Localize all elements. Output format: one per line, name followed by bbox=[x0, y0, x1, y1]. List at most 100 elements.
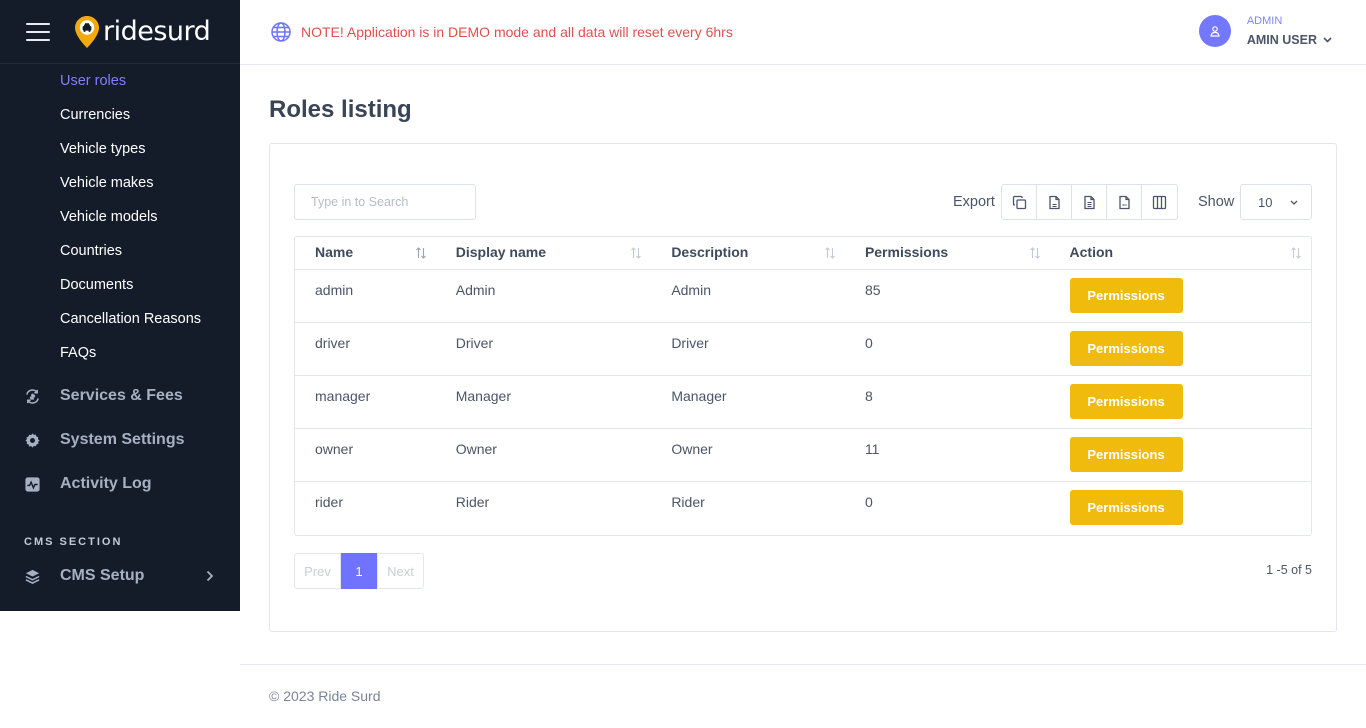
footer-copyright: © 2023 Ride Surd bbox=[269, 688, 381, 704]
cell-permissions: 85 bbox=[864, 282, 881, 298]
column-header-permissions[interactable]: Permissions bbox=[845, 237, 1050, 269]
chevron-down-icon bbox=[1290, 200, 1298, 205]
page-title: Roles listing bbox=[269, 96, 412, 123]
settings-gear-icon bbox=[25, 432, 40, 448]
cell-action: Permissions bbox=[1050, 482, 1311, 535]
csv-icon bbox=[1048, 195, 1060, 209]
top-bar: NOTE! Application is in DEMO mode and al… bbox=[240, 0, 1366, 65]
sidebar-item-activity-log[interactable]: Activity Log bbox=[0, 462, 240, 506]
pagination-info: 1 -5 of 5 bbox=[1266, 563, 1312, 577]
submenu-item-documents[interactable]: Documents bbox=[0, 270, 240, 304]
sidebar-item-services-fees[interactable]: Services & Fees bbox=[0, 374, 240, 418]
excel-icon bbox=[1083, 195, 1095, 209]
sidebar-item-label: CMS Setup bbox=[60, 567, 145, 584]
brand-name: ridesurd bbox=[103, 16, 211, 47]
sidebar-item-label: System Settings bbox=[60, 431, 185, 448]
permissions-button[interactable]: Permissions bbox=[1069, 278, 1183, 313]
columns-icon bbox=[1152, 195, 1167, 209]
services-fees-icon bbox=[26, 388, 39, 404]
cms-section-title: CMS SECTION bbox=[24, 536, 123, 548]
user-menu[interactable]: ADMIN AMIN USER bbox=[1198, 15, 1332, 47]
current-page-button[interactable]: 1 bbox=[341, 553, 377, 589]
settings-submenu: User roles Currencies Vehicle types Vehi… bbox=[0, 64, 240, 372]
table-header: Name Display name Description Permission… bbox=[295, 237, 1311, 270]
sort-icon bbox=[1291, 247, 1301, 259]
submenu-item-user-roles[interactable]: User roles bbox=[0, 66, 240, 100]
cell-description: Driver bbox=[671, 335, 709, 351]
copy-button[interactable] bbox=[1002, 185, 1037, 219]
submenu-item-vehicle-types[interactable]: Vehicle types bbox=[0, 134, 240, 168]
sidebar-item-label: Activity Log bbox=[60, 475, 152, 492]
column-header-description[interactable]: Description bbox=[651, 237, 845, 269]
column-header-label: Action bbox=[1069, 244, 1114, 260]
column-header-label: Display name bbox=[455, 244, 546, 260]
submenu-item-cancellation-reasons[interactable]: Cancellation Reasons bbox=[0, 304, 240, 338]
cell-permissions: 11 bbox=[864, 441, 880, 457]
sidebar-item-system-settings[interactable]: System Settings bbox=[0, 418, 240, 462]
cell-name: driver bbox=[315, 335, 351, 351]
cell-description: Manager bbox=[671, 388, 727, 404]
pdf-export-button[interactable] bbox=[1107, 185, 1142, 219]
cell-display-name: Rider bbox=[455, 494, 490, 510]
table-row: rider Rider Rider 0 Permissions bbox=[295, 482, 1311, 535]
submenu-item-currencies[interactable]: Currencies bbox=[0, 100, 240, 134]
column-header-display-name[interactable]: Display name bbox=[436, 237, 652, 269]
permissions-button[interactable]: Permissions bbox=[1069, 437, 1183, 472]
cell-description: Admin bbox=[671, 282, 711, 298]
activity-log-icon bbox=[25, 476, 40, 492]
column-visibility-button[interactable] bbox=[1142, 185, 1177, 219]
export-button-group bbox=[1001, 184, 1178, 220]
sidebar-item-label: Services & Fees bbox=[60, 387, 183, 404]
table-row: owner Owner Owner 11 Permissions bbox=[295, 429, 1311, 482]
user-name[interactable]: AMIN USER bbox=[1247, 33, 1332, 47]
sort-icon bbox=[415, 247, 426, 259]
cell-name: manager bbox=[315, 388, 371, 404]
sidebar-menu: Services & Fees System Settings Activity… bbox=[0, 374, 240, 506]
copy-icon bbox=[1012, 195, 1026, 209]
roles-card: Export Show 10 bbox=[269, 143, 1337, 632]
cell-display-name: Admin bbox=[455, 282, 496, 298]
submenu-item-faqs[interactable]: FAQs bbox=[0, 338, 240, 372]
cell-permissions: 0 bbox=[864, 494, 873, 510]
search-input[interactable] bbox=[294, 184, 476, 220]
user-info[interactable]: ADMIN AMIN USER bbox=[1247, 15, 1332, 47]
chevron-down-icon bbox=[1323, 37, 1332, 43]
cell-action: Permissions bbox=[1050, 270, 1311, 322]
hamburger-menu-icon[interactable] bbox=[26, 22, 50, 41]
demo-notice-text: NOTE! Application is in DEMO mode and al… bbox=[301, 24, 733, 40]
sidebar-item-cms-setup[interactable]: CMS Setup bbox=[0, 554, 240, 598]
logo-pin-icon bbox=[75, 15, 99, 48]
submenu-item-vehicle-makes[interactable]: Vehicle makes bbox=[0, 168, 240, 202]
cell-action: Permissions bbox=[1050, 323, 1311, 375]
roles-table: Name Display name Description Permission… bbox=[294, 236, 1312, 536]
user-icon bbox=[1210, 26, 1220, 37]
permissions-button[interactable]: Permissions bbox=[1069, 490, 1183, 525]
footer-divider bbox=[240, 664, 1366, 665]
avatar[interactable] bbox=[1198, 15, 1231, 47]
excel-export-button[interactable] bbox=[1072, 185, 1107, 219]
demo-notice: NOTE! Application is in DEMO mode and al… bbox=[270, 21, 733, 43]
cell-name: owner bbox=[315, 441, 354, 457]
sidebar-brand: ridesurd bbox=[0, 0, 240, 64]
permissions-button[interactable]: Permissions bbox=[1069, 384, 1183, 419]
permissions-button[interactable]: Permissions bbox=[1069, 331, 1183, 366]
cell-permissions: 8 bbox=[864, 388, 873, 404]
column-header-name[interactable]: Name bbox=[295, 237, 436, 269]
cell-action: Permissions bbox=[1050, 376, 1311, 428]
page-size-select[interactable]: 10 bbox=[1240, 184, 1312, 220]
cell-display-name: Manager bbox=[455, 388, 511, 404]
pdf-icon bbox=[1118, 195, 1130, 209]
user-role: ADMIN bbox=[1246, 15, 1283, 27]
logo[interactable]: ridesurd bbox=[74, 15, 211, 49]
column-header-label: Name bbox=[315, 244, 354, 260]
sort-icon bbox=[825, 247, 835, 259]
cell-description: Owner bbox=[671, 441, 713, 457]
submenu-item-vehicle-models[interactable]: Vehicle models bbox=[0, 202, 240, 236]
submenu-item-countries[interactable]: Countries bbox=[0, 236, 240, 270]
prev-page-button[interactable]: Prev bbox=[294, 553, 341, 589]
sidebar: ridesurd User roles Currencies Vehicle t… bbox=[0, 0, 240, 611]
column-header-action[interactable]: Action bbox=[1050, 237, 1311, 269]
cell-display-name: Owner bbox=[455, 441, 497, 457]
next-page-button[interactable]: Next bbox=[377, 553, 424, 589]
csv-export-button[interactable] bbox=[1037, 185, 1072, 219]
